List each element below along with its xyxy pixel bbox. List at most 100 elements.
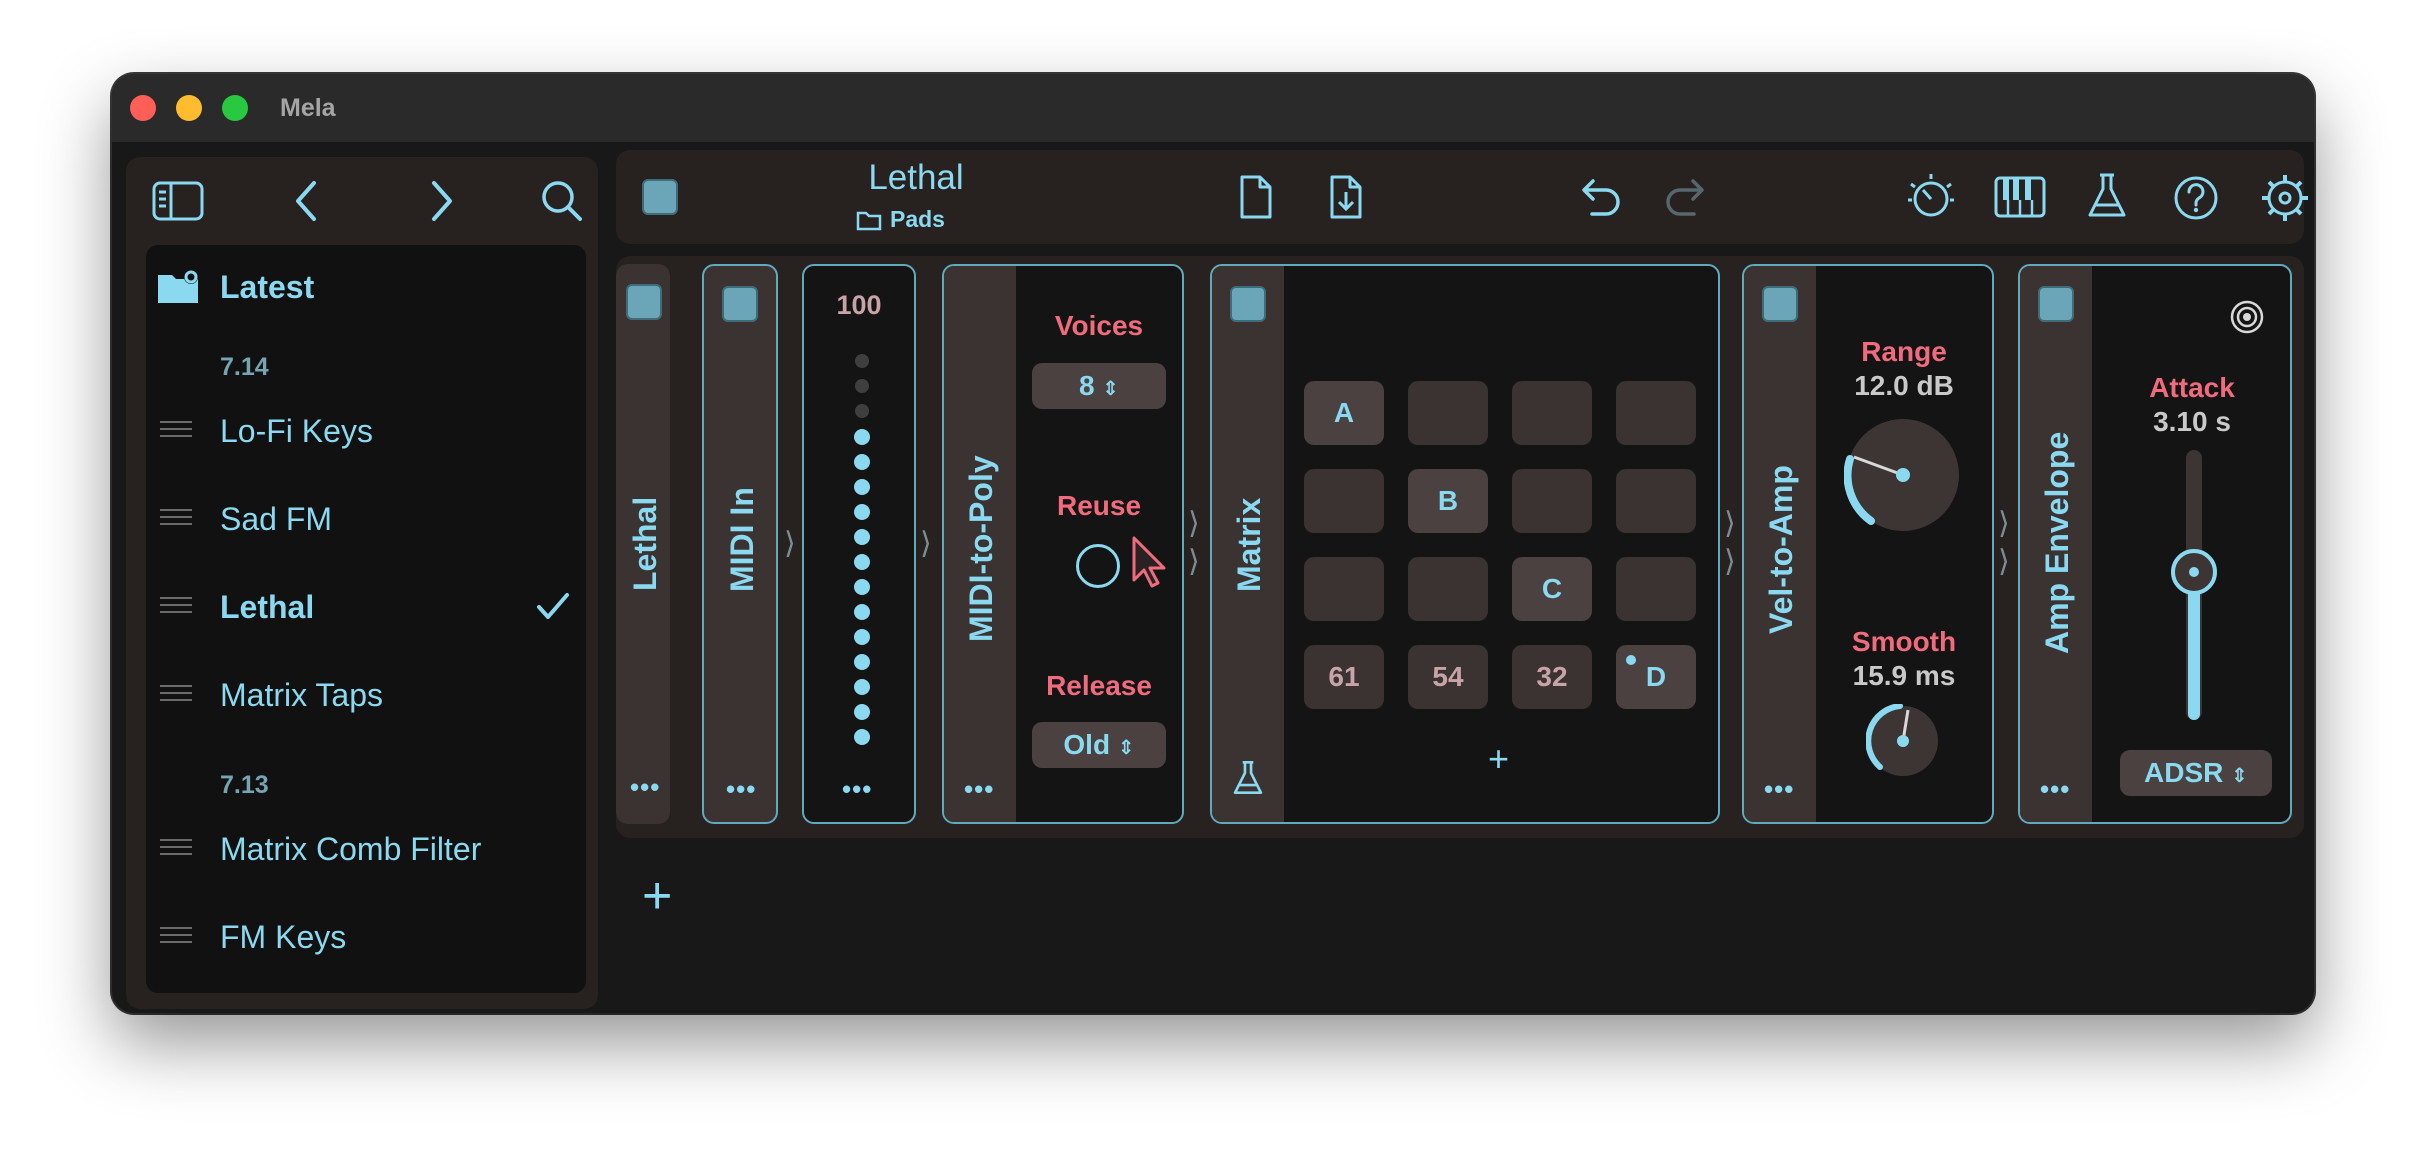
drag-handle-icon[interactable]: [160, 927, 192, 947]
module-enable-checkbox[interactable]: [722, 286, 758, 322]
slider-thumb[interactable]: [2171, 548, 2217, 595]
zoom-window-button[interactable]: [222, 95, 248, 121]
list-item[interactable]: Matrix Taps: [146, 659, 586, 731]
meter-dot: [855, 379, 869, 393]
release-stepper[interactable]: Old ⇕: [1032, 722, 1166, 768]
envelope-mode-stepper[interactable]: ADSR ⇕: [2120, 750, 2272, 796]
sidebar-toolbar: [126, 157, 598, 237]
folder-gear-icon: [158, 270, 198, 303]
module-enable-checkbox[interactable]: [1762, 286, 1798, 322]
matrix-cell[interactable]: A: [1304, 381, 1384, 445]
matrix-cell[interactable]: [1616, 381, 1696, 445]
more-options-icon[interactable]: •••: [964, 774, 994, 805]
module-level-meter[interactable]: 100 •••: [802, 264, 916, 824]
matrix-cell[interactable]: [1512, 469, 1592, 533]
voices-value: 8: [1078, 370, 1095, 401]
matrix-cell[interactable]: 54: [1408, 645, 1488, 709]
flask-icon[interactable]: [2086, 172, 2128, 222]
section-header-latest[interactable]: Latest: [146, 251, 586, 323]
import-document-icon[interactable]: [1328, 174, 1364, 220]
reuse-label: Reuse: [1056, 490, 1142, 521]
module-amp-envelope[interactable]: Amp Envelope ••• Attack 3.10 s ADSR ⇕: [2018, 264, 2292, 824]
module-lethal[interactable]: Lethal •••: [616, 264, 670, 824]
module-enable-checkbox[interactable]: [2038, 286, 2074, 322]
list-item-label: FM Keys: [220, 919, 347, 955]
drag-handle-icon[interactable]: [160, 421, 192, 441]
matrix-cell[interactable]: C: [1512, 557, 1592, 621]
drag-handle-icon[interactable]: [160, 509, 192, 529]
add-module-button[interactable]: +: [642, 866, 672, 926]
matrix-cell[interactable]: 61: [1304, 645, 1384, 709]
search-icon[interactable]: [540, 179, 584, 223]
drag-handle-icon[interactable]: [160, 839, 192, 859]
chevron-left-icon[interactable]: [292, 179, 320, 223]
module-midi-to-poly[interactable]: MIDI-to-Poly ••• Voices 8 ⇕ Reuse Releas…: [942, 264, 1184, 824]
matrix-cell[interactable]: [1408, 381, 1488, 445]
meter-dot: [855, 404, 869, 418]
list-item[interactable]: Matrix Comb Filter: [146, 813, 586, 885]
release-label: Release: [1046, 670, 1152, 701]
matrix-cell[interactable]: [1304, 469, 1384, 533]
voices-stepper[interactable]: 8 ⇕: [1032, 363, 1166, 409]
smooth-label: Smooth: [1851, 626, 1957, 657]
list-item[interactable]: Sad FM: [146, 483, 586, 555]
meter-dot: [854, 629, 870, 645]
matrix-cell[interactable]: [1616, 557, 1696, 621]
meter-dot: [854, 479, 870, 495]
range-knob[interactable]: [1844, 416, 1962, 534]
more-options-icon[interactable]: •••: [1764, 774, 1794, 805]
more-options-icon[interactable]: •••: [842, 774, 872, 805]
list-item-selected[interactable]: Lethal: [146, 571, 586, 643]
preset-folder[interactable]: Pads: [890, 206, 945, 233]
title-bar[interactable]: Mela: [112, 74, 2314, 142]
matrix-cell[interactable]: 32: [1512, 645, 1592, 709]
list-item[interactable]: FM Keys: [146, 901, 586, 973]
chevron-right-icon[interactable]: [428, 179, 456, 223]
piano-keys-icon[interactable]: [1994, 176, 2046, 218]
preset-enable-checkbox[interactable]: [642, 179, 678, 215]
preset-list[interactable]: Latest 7.14 Lo-Fi Keys Sad FM Lethal Mat…: [146, 245, 586, 993]
more-options-icon[interactable]: •••: [726, 774, 756, 805]
drag-handle-icon[interactable]: [160, 597, 192, 617]
meter-dot: [854, 429, 870, 445]
signal-flow-chevron-icon: ⟩: [1724, 545, 1736, 578]
undo-icon[interactable]: [1576, 176, 1622, 218]
meter-dot: [854, 529, 870, 545]
list-item[interactable]: Lo-Fi Keys: [146, 395, 586, 467]
redo-icon[interactable]: [1664, 176, 1710, 218]
matrix-cell[interactable]: [1616, 469, 1696, 533]
add-matrix-row-button[interactable]: +: [1488, 738, 1509, 780]
reuse-toggle[interactable]: [1076, 544, 1120, 588]
module-title: MIDI-to-Poly: [963, 455, 999, 642]
more-options-icon[interactable]: •••: [2040, 774, 2070, 805]
matrix-cell[interactable]: [1512, 381, 1592, 445]
more-options-icon[interactable]: •••: [630, 772, 660, 803]
app-window: Mela Latest 7.14 Lo-Fi Keys Sad FM Letha…: [112, 74, 2314, 1013]
matrix-cell[interactable]: [1408, 557, 1488, 621]
matrix-cell[interactable]: B: [1408, 469, 1488, 533]
smooth-knob[interactable]: [1866, 704, 1940, 778]
tuning-icon[interactable]: [1906, 172, 1956, 222]
minimize-window-button[interactable]: [176, 95, 202, 121]
version-label: 7.13: [220, 771, 269, 799]
flask-icon[interactable]: [1232, 760, 1264, 798]
signal-flow-chevron-icon: ⟩: [1188, 507, 1200, 540]
close-window-button[interactable]: [130, 95, 156, 121]
sidebar-toggle-icon[interactable]: [152, 181, 204, 221]
help-icon[interactable]: [2173, 175, 2219, 221]
settings-gear-icon[interactable]: [2260, 173, 2310, 223]
preset-title[interactable]: Lethal: [836, 158, 996, 198]
drag-handle-icon[interactable]: [160, 685, 192, 705]
module-enable-checkbox[interactable]: [626, 284, 662, 320]
matrix-cell[interactable]: [1304, 557, 1384, 621]
new-document-icon[interactable]: [1238, 174, 1274, 220]
module-midi-in[interactable]: MIDI In •••: [702, 264, 778, 824]
signal-flow-chevron-icon: ⟩: [784, 527, 796, 560]
module-vel-to-amp[interactable]: Vel-to-Amp ••• Range 12.0 dB Smooth 15.9…: [1742, 264, 1994, 824]
module-matrix[interactable]: Matrix A B C 61 54 32 D +: [1210, 264, 1720, 824]
list-item-label: Sad FM: [220, 501, 333, 537]
module-enable-checkbox[interactable]: [1230, 286, 1266, 322]
attack-slider[interactable]: [2171, 450, 2217, 720]
target-icon[interactable]: [2230, 300, 2264, 334]
signal-flow-chevron-icon: ⟩: [1188, 545, 1200, 578]
